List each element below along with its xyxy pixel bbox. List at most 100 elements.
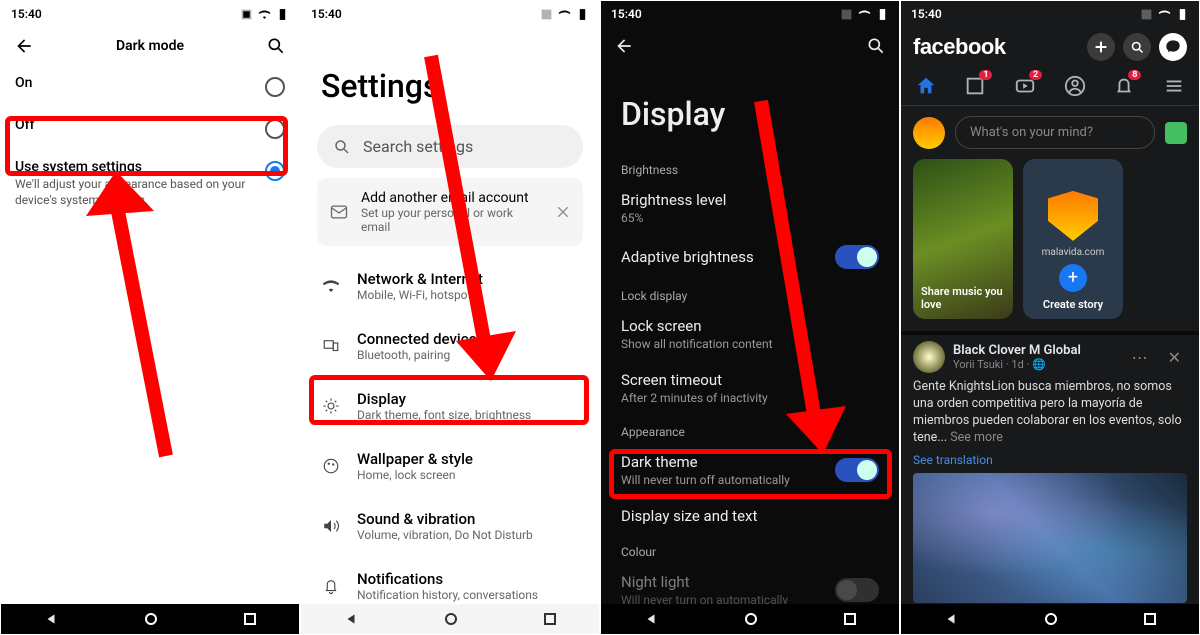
screen-facebook: 15:40 facebook 1 2 8 What's on your mind… <box>900 0 1200 635</box>
nav-back-icon[interactable] <box>44 612 58 626</box>
navbar <box>1 604 299 634</box>
row-label: Lock screen <box>621 317 879 335</box>
messenger-button[interactable] <box>1159 33 1187 61</box>
fb-composer: What's on your mind? <box>901 106 1199 159</box>
post-image[interactable] <box>913 473 1187 603</box>
search-icon[interactable] <box>865 35 887 57</box>
item-label: Display <box>357 390 531 408</box>
search-settings[interactable]: Search settings <box>317 125 583 168</box>
toggle-on[interactable] <box>835 245 879 269</box>
nav-recent-icon[interactable] <box>1144 613 1156 625</box>
settings-item-wallpaper[interactable]: Wallpaper & styleHome, lock screen <box>301 436 599 496</box>
row-screen-timeout[interactable]: Screen timeoutAfter 2 minutes of inactiv… <box>601 361 899 415</box>
row-adaptive-brightness[interactable]: Adaptive brightness <box>601 235 899 279</box>
section-colour: Colour <box>601 535 899 563</box>
nav-recent-icon[interactable] <box>244 613 256 625</box>
radio-icon <box>265 119 285 139</box>
nav-recent-icon[interactable] <box>844 613 856 625</box>
more-icon[interactable]: ⋯ <box>1126 348 1154 367</box>
section-brightness: Brightness <box>601 153 899 181</box>
fb-post: Black Clover M Global Yorii Tsuki · 1d ·… <box>901 331 1199 635</box>
compose-input[interactable]: What's on your mind? <box>955 116 1155 149</box>
nav-recent-icon[interactable] <box>544 613 556 625</box>
settings-title: Settings <box>301 27 599 125</box>
story-brand: malavida.com <box>1042 247 1105 258</box>
tab-video[interactable]: 2 <box>1012 73 1038 99</box>
plus-icon: + <box>1059 264 1087 292</box>
add-button[interactable] <box>1087 33 1115 61</box>
settings-item-display[interactable]: DisplayDark theme, font size, brightness <box>301 376 599 436</box>
settings-item-connected[interactable]: Connected devicesBluetooth, pairing <box>301 316 599 376</box>
story-card[interactable]: Share music you love <box>913 159 1013 319</box>
wifi-icon <box>321 277 341 295</box>
nav-home-icon[interactable] <box>145 613 157 625</box>
post-name[interactable]: Black Clover M Global <box>953 343 1118 358</box>
see-translation[interactable]: See translation <box>913 453 1187 467</box>
back-icon[interactable] <box>13 35 35 57</box>
radio-icon-checked <box>265 161 285 181</box>
stories-row[interactable]: Share music you love malavida.com + Crea… <box>901 159 1199 331</box>
search-button[interactable] <box>1123 33 1151 61</box>
radio-system[interactable]: Use system settings We'll adjust your ap… <box>1 149 299 218</box>
toggle-off[interactable] <box>835 578 879 602</box>
tab-home[interactable] <box>913 73 939 99</box>
story-create[interactable]: malavida.com + Create story <box>1023 159 1123 319</box>
item-sub: Bluetooth, pairing <box>357 348 484 362</box>
item-sub: Mobile, Wi-Fi, hotspot <box>357 288 483 302</box>
toggle-on[interactable] <box>835 458 879 482</box>
search-icon <box>333 138 351 156</box>
item-sub: Notification history, conversations <box>357 588 538 602</box>
mail-icon <box>329 202 349 222</box>
avatar[interactable] <box>913 117 945 149</box>
row-brightness-level[interactable]: Brightness level65% <box>601 181 899 235</box>
see-more[interactable]: See more <box>950 430 1003 445</box>
display-title: Display <box>601 65 899 153</box>
row-dark-theme[interactable]: Dark themeWill never turn off automatica… <box>601 443 899 497</box>
nav-home-icon[interactable] <box>745 613 757 625</box>
row-label: Adaptive brightness <box>621 248 823 266</box>
tab-feed[interactable]: 1 <box>962 73 988 99</box>
banner-sub: Set up your personal or work email <box>361 206 543 234</box>
status-bar: 15:40 <box>1 1 299 27</box>
back-icon[interactable] <box>613 35 635 57</box>
badge: 2 <box>1029 70 1042 80</box>
screen-settings: 15:40 Settings Search settings Add anoth… <box>300 0 600 635</box>
search-icon[interactable] <box>265 35 287 57</box>
status-bar: 15:40 <box>301 1 599 27</box>
radio-on[interactable]: On <box>1 65 299 107</box>
dm-title: Dark mode <box>45 38 255 54</box>
fb-header: facebook <box>901 27 1199 67</box>
radio-off-label: Off <box>15 117 257 133</box>
radio-off[interactable]: Off <box>1 107 299 149</box>
screen-display: 15:40 Display Brightness Brightness leve… <box>600 0 900 635</box>
nav-home-icon[interactable] <box>1045 613 1057 625</box>
email-banner[interactable]: Add another email account Set up your pe… <box>317 178 583 246</box>
tab-profile[interactable] <box>1062 73 1088 99</box>
row-display-size[interactable]: Display size and text <box>601 497 899 535</box>
row-label: Screen timeout <box>621 371 879 389</box>
photo-icon[interactable] <box>1165 122 1187 144</box>
close-icon[interactable] <box>555 204 571 220</box>
item-label: Sound & vibration <box>357 510 533 528</box>
story-cta: Create story <box>1043 298 1103 311</box>
navbar <box>601 604 899 634</box>
nav-back-icon[interactable] <box>944 612 958 626</box>
close-icon[interactable]: ✕ <box>1162 348 1187 367</box>
nav-back-icon[interactable] <box>344 612 358 626</box>
settings-item-network[interactable]: Network & InternetMobile, Wi-Fi, hotspot <box>301 256 599 316</box>
item-label: Connected devices <box>357 330 484 348</box>
item-label: Network & Internet <box>357 270 483 288</box>
item-sub: Home, lock screen <box>357 468 473 482</box>
tab-notifications[interactable]: 8 <box>1111 73 1137 99</box>
nav-home-icon[interactable] <box>445 613 457 625</box>
row-lock-screen[interactable]: Lock screenShow all notification content <box>601 307 899 361</box>
item-label: Notifications <box>357 570 538 588</box>
radio-icon <box>265 77 285 97</box>
tab-menu[interactable] <box>1161 73 1187 99</box>
post-avatar[interactable] <box>913 341 945 373</box>
status-icons <box>1140 8 1189 21</box>
settings-item-sound[interactable]: Sound & vibrationVolume, vibration, Do N… <box>301 496 599 556</box>
nav-back-icon[interactable] <box>644 612 658 626</box>
radio-system-sub: We'll adjust your appearance based on yo… <box>15 177 257 208</box>
bell-icon <box>321 577 341 595</box>
